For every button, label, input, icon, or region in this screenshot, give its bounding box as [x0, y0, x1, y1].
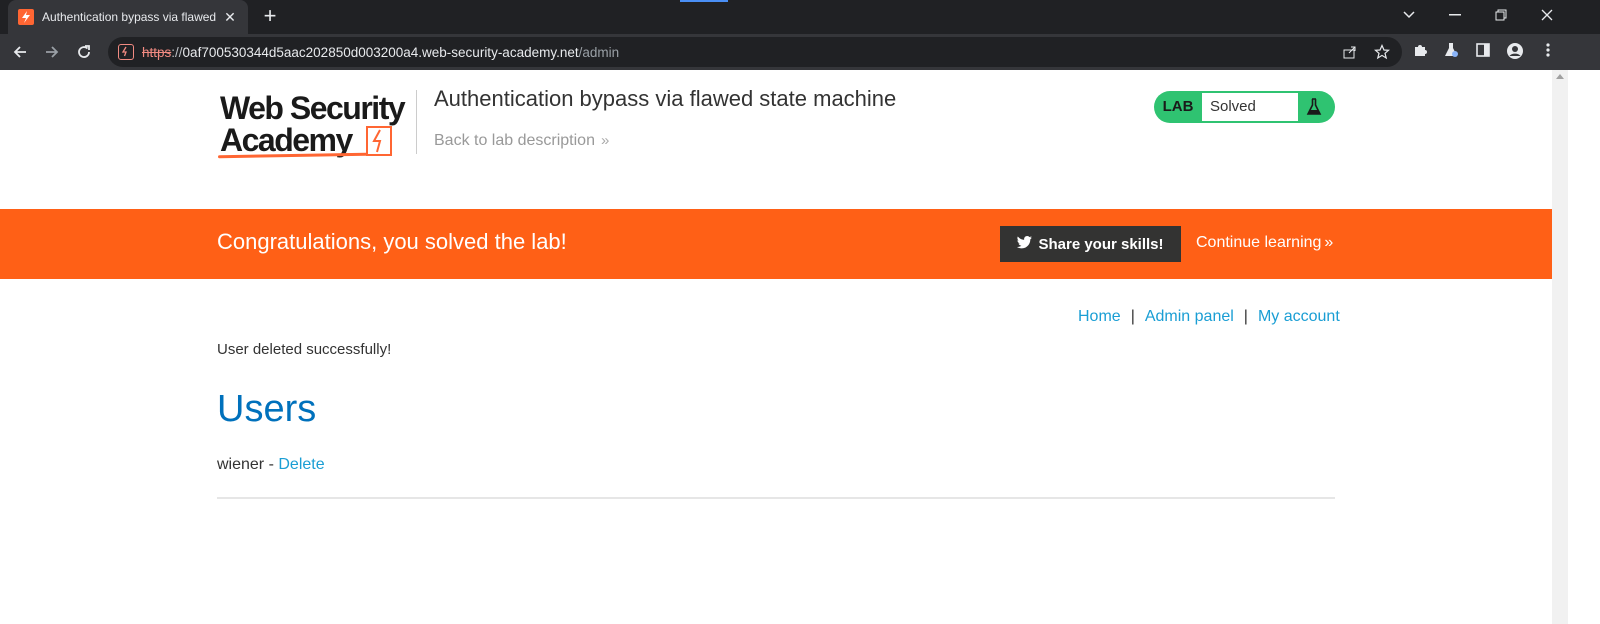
header-divider	[416, 90, 417, 154]
nav-separator: |	[1243, 308, 1248, 325]
nav-home-link[interactable]: Home	[1078, 308, 1121, 325]
top-navigation: Home | Admin panel | My account	[1078, 308, 1340, 326]
not-secure-icon[interactable]	[118, 44, 134, 60]
kebab-menu-icon[interactable]	[1538, 42, 1558, 62]
section-divider	[217, 497, 1335, 499]
double-chevron-right-icon: »	[600, 132, 610, 149]
tab-close-icon[interactable]: ✕	[222, 9, 238, 26]
minimize-icon[interactable]	[1432, 0, 1478, 30]
lab-status-widget: LAB Solved	[1154, 91, 1335, 123]
continue-learning-label: Continue learning	[1196, 234, 1322, 251]
username: wiener	[217, 456, 265, 473]
back-arrow-icon[interactable]	[6, 38, 34, 66]
back-link-label: Back to lab description	[434, 132, 595, 149]
browser-toolbar: https://0af700530344d5aac202850d003200a4…	[0, 34, 1600, 70]
forward-arrow-icon[interactable]	[38, 38, 66, 66]
user-row-dash: -	[264, 456, 279, 473]
browser-tab[interactable]: Authentication bypass via flawed ✕	[8, 0, 248, 34]
tab-indicator	[680, 0, 728, 2]
logo-bolt-icon	[366, 126, 392, 156]
share-skills-button[interactable]: Share your skills!	[1000, 226, 1181, 262]
bookmark-star-icon[interactable]	[1373, 44, 1391, 60]
new-tab-button[interactable]: +	[258, 4, 282, 28]
flask-icon	[1304, 97, 1324, 117]
delete-user-link[interactable]: Delete	[278, 456, 324, 473]
tab-search-icon[interactable]	[1386, 0, 1432, 30]
url-scheme: https	[142, 44, 172, 60]
window-edge	[1568, 70, 1600, 624]
nav-my-account-link[interactable]: My account	[1258, 308, 1340, 325]
share-icon[interactable]	[1342, 44, 1358, 60]
nav-separator: |	[1130, 308, 1135, 325]
extensions-icon[interactable]	[1410, 42, 1430, 62]
back-to-lab-description-link[interactable]: Back to lab description »	[434, 132, 609, 150]
profile-avatar-icon[interactable]	[1505, 42, 1525, 62]
tab-title: Authentication bypass via flawed	[42, 10, 216, 24]
url-separator: ://	[171, 44, 183, 60]
vertical-scrollbar[interactable]	[1552, 70, 1568, 624]
portswigger-favicon-icon	[18, 9, 34, 25]
restore-icon[interactable]	[1478, 0, 1524, 30]
user-list-item: wiener - Delete	[217, 456, 325, 474]
close-window-icon[interactable]	[1524, 0, 1570, 30]
lab-flask-extension-icon[interactable]	[1441, 42, 1461, 62]
continue-learning-link[interactable]: Continue learning»	[1196, 234, 1333, 252]
reload-icon[interactable]	[70, 38, 98, 66]
nav-admin-panel-link[interactable]: Admin panel	[1145, 308, 1234, 325]
congratulations-banner: Congratulations, you solved the lab! Sha…	[0, 209, 1552, 279]
twitter-icon	[1017, 236, 1033, 252]
web-security-academy-logo[interactable]: Web Security Academy	[217, 88, 416, 162]
banner-message: Congratulations, you solved the lab!	[217, 229, 567, 254]
double-chevron-right-icon: »	[1324, 234, 1334, 251]
lab-badge: LAB	[1162, 98, 1194, 115]
browser-tabbar: Authentication bypass via flawed ✕ +	[0, 0, 1600, 34]
address-bar[interactable]: https://0af700530344d5aac202850d003200a4…	[108, 37, 1402, 67]
lab-status-text: Solved	[1202, 93, 1298, 121]
url-host: 0af700530344d5aac202850d003200a4.web-sec…	[182, 44, 579, 60]
side-panel-icon[interactable]	[1473, 42, 1493, 62]
share-skills-label: Share your skills!	[1038, 235, 1164, 253]
lab-title: Authentication bypass via flawed state m…	[434, 86, 897, 111]
url-path: /admin	[578, 44, 620, 60]
scroll-up-arrow-icon[interactable]	[1556, 74, 1564, 79]
status-message: User deleted successfully!	[217, 341, 392, 358]
page-content: Web Security Academy Authentication bypa…	[0, 70, 1552, 624]
users-heading: Users	[217, 388, 317, 430]
